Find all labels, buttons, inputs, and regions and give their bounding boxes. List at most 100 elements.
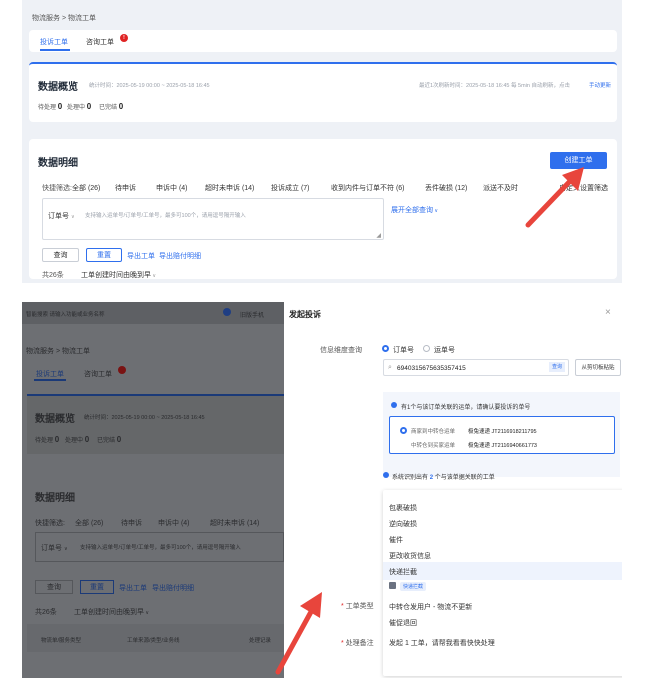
quick-filter-label: 快捷筛选: <box>42 185 72 192</box>
order-type-select[interactable]: 订单号 ∨ <box>48 211 75 221</box>
close-icon[interactable]: × <box>605 307 611 318</box>
waybill-option-radio[interactable] <box>400 427 407 434</box>
overview-title: 数据概览 <box>38 82 78 93</box>
radio-waybill-label: 运单号 <box>434 347 455 354</box>
menu-item-change-address[interactable]: 更改收货信息 <box>389 551 431 561</box>
menu-item-urge[interactable]: 催件 <box>389 535 403 545</box>
order-search-area: 订单号 ∨ 支持输入运单号/订单号/工单号，最多可100个，请用逗号隔开输入 <box>35 532 284 562</box>
export-ticket-link[interactable]: 导出工单 <box>127 251 155 261</box>
waybill-line1-label: 商家到中转仓运单 <box>411 429 456 435</box>
resize-handle-icon[interactable]: ◢ <box>376 232 381 239</box>
query-button[interactable]: 查询 <box>35 580 73 594</box>
tab-active-underline <box>34 379 66 381</box>
remark-label: * 处理备注 <box>341 640 374 647</box>
filter-pending-appeal[interactable]: 待申诉 <box>121 518 142 528</box>
tab-complaint[interactable]: 投诉工单 <box>40 37 68 47</box>
column-header: 工单来源/类型/业务线 <box>127 638 180 644</box>
menu-item-reverse-damage[interactable]: 逆向破损 <box>389 519 417 529</box>
filter-overdue[interactable]: 超时未申诉 (14) <box>205 183 254 193</box>
stat-time: 统计时间：2025-05-19 00:00 ~ 2025-05-18 16:45 <box>89 83 210 89</box>
chevron-down-icon: ∨ <box>151 273 157 279</box>
detail-title: 数据明细 <box>35 493 75 504</box>
checkbox-icon[interactable] <box>389 582 396 589</box>
ticket-type-label: * 工单类型 <box>341 603 374 610</box>
smart-search-input[interactable]: 智能搜索 请输入功能或业务名称 <box>26 310 105 318</box>
bottom-screenshot-panel: 智能搜索 请输入功能或业务名称 旧版手机 物流服务 > 物流工单 投诉工单 咨询… <box>22 302 622 678</box>
export-claim-link[interactable]: 导出赔付明细 <box>159 251 201 261</box>
filter-late-delivery[interactable]: 派送不及时 <box>483 183 518 193</box>
query-button[interactable]: 查询 <box>42 248 79 262</box>
waybill-line1-value: 极兔速递 JT2116918211795 <box>468 429 537 435</box>
tab-consult[interactable]: 咨询工单 <box>84 369 112 379</box>
red-arrow-annotation <box>525 167 584 228</box>
filter-overdue[interactable]: 超时未申诉 (14) <box>210 518 259 528</box>
order-type-select[interactable]: 订单号 ∨ <box>41 543 68 553</box>
breadcrumb: 物流服务 > 物流工单 <box>32 15 96 22</box>
total-count: 共26条 <box>35 609 57 616</box>
chevron-down-icon: ∨ <box>70 214 75 220</box>
tab-complaint[interactable]: 投诉工单 <box>36 369 64 379</box>
filter-established[interactable]: 投诉成立 (7) <box>271 183 310 193</box>
reset-button[interactable]: 重置 <box>86 248 122 262</box>
menu-item-intercept[interactable]: 快递拦截 <box>389 567 417 577</box>
stat-processing: 处理中 0 <box>67 102 92 111</box>
order-search-input[interactable]: 支持输入运单号/订单号/工单号，最多可100个，请用逗号隔开输入 <box>80 543 241 551</box>
filter-pending-appeal[interactable]: 待申诉 <box>115 183 136 193</box>
waybill-option-card[interactable]: 商家到中转仓运单 极兔速递 JT2116918211795 中转仓到买家运单 极… <box>389 416 615 454</box>
chevron-down-icon: ∨ <box>144 610 150 616</box>
stat-time: 统计时间：2025-05-19 00:00 ~ 2025-05-18 16:45 <box>84 415 205 421</box>
user-icon[interactable] <box>223 308 231 316</box>
dimmed-background-page: 智能搜索 请输入功能或业务名称 旧版手机 物流服务 > 物流工单 投诉工单 咨询… <box>22 302 284 678</box>
overview-card: 数据概览 统计时间：2025-05-19 00:00 ~ 2025-05-18 … <box>29 62 617 122</box>
tab-consult[interactable]: 咨询工单 <box>86 37 114 47</box>
table-header: 物流单/服务类型 工单来源/类型/业务线 处理记录 <box>27 624 284 652</box>
menu-item-package-damage[interactable]: 包裹破损 <box>389 503 417 513</box>
chevron-down-icon: ∨ <box>433 208 439 214</box>
remark-text[interactable]: 发起 1 工单，请帮我看看快快处理 <box>389 638 495 648</box>
version-switch[interactable]: 旧版手机 <box>240 310 264 319</box>
sort-select[interactable]: 工单创建时间由晚到早 ∨ <box>74 607 149 617</box>
filter-mismatch[interactable]: 收到内件与订单不符 (6) <box>331 183 405 193</box>
column-header: 处理记录 <box>249 638 272 644</box>
filter-all[interactable]: 全部 (26) <box>72 183 100 193</box>
red-arrow-annotation <box>275 592 322 675</box>
radio-order-number[interactable] <box>382 345 389 352</box>
order-search-input[interactable]: 支持输入运单号/订单号/工单号，最多可100个，请用逗号隔开输入 <box>85 211 246 219</box>
filter-appealing[interactable]: 申诉中 (4) <box>158 518 190 528</box>
filter-all[interactable]: 全部 (26) <box>75 518 103 528</box>
paste-from-clipboard-button[interactable]: 从剪切板粘贴 <box>575 359 621 376</box>
refresh-info: 最近1次刷新时间：2025-05-18 16:45 每 5min 自动刷新，点击 <box>419 83 570 89</box>
filter-appealing[interactable]: 申诉中 (4) <box>156 183 188 193</box>
breadcrumb: 物流服务 > 物流工单 <box>26 348 90 355</box>
order-search-area: 订单号 ∨ 支持输入运单号/订单号/工单号，最多可100个，请用逗号隔开输入 ◢ <box>42 198 384 240</box>
menu-item-urge-return[interactable]: 催促退回 <box>389 618 417 628</box>
quick-filter-label: 快捷筛选: <box>35 520 65 527</box>
order-number-input[interactable]: ⌕ 6940315675635357415 <box>383 359 569 376</box>
export-ticket-link[interactable]: 导出工单 <box>119 583 147 593</box>
info-icon <box>391 402 397 408</box>
radio-order-label: 订单号 <box>393 347 414 354</box>
order-number-value: 6940315675635357415 <box>397 365 466 372</box>
stat-finished: 已完结 0 <box>99 102 124 111</box>
notice-box: 有1个与该订单关联的运单，请确认要投诉的单号 商家到中转仓运单 极兔速递 JT2… <box>383 392 620 477</box>
selected-tag: 快递拦截 <box>400 582 427 591</box>
tabs-bar: 投诉工单 咨询工单 ! <box>29 30 617 52</box>
stat-pending: 待处理 0 <box>38 102 63 111</box>
dialog-query-button[interactable]: 查询 <box>549 362 565 372</box>
reset-button[interactable]: 重置 <box>80 580 114 594</box>
search-icon: ⌕ <box>388 364 392 371</box>
top-screenshot-panel: 物流服务 > 物流工单 投诉工单 咨询工单 ! 数据概览 统计时间：2025-0… <box>22 0 622 283</box>
manual-refresh-link[interactable]: 手动更新 <box>589 81 611 89</box>
export-claim-link[interactable]: 导出赔付明细 <box>152 583 194 593</box>
detail-title: 数据明细 <box>38 158 78 169</box>
waybill-line2-value: 极兔速递 JT2116940661773 <box>468 443 537 449</box>
expand-all-query-link[interactable]: 展开全部查询 ∨ <box>391 205 438 215</box>
info-icon <box>383 472 389 478</box>
create-complaint-dialog: 发起投诉 × 信息维度查询 订单号 运单号 ⌕ 6940315675635357… <box>284 302 622 678</box>
stat-finished: 已完结 0 <box>97 435 122 444</box>
sort-select[interactable]: 工单创建时间由晚到早 ∨ <box>81 270 156 280</box>
filter-lost-damaged[interactable]: 丢件破损 (12) <box>425 183 467 193</box>
menu-item-transit-no-update[interactable]: 中转仓发用户 - 物流不更新 <box>389 602 472 612</box>
stat-pending: 待处理 0 <box>35 435 60 444</box>
radio-waybill-number[interactable] <box>423 345 430 352</box>
